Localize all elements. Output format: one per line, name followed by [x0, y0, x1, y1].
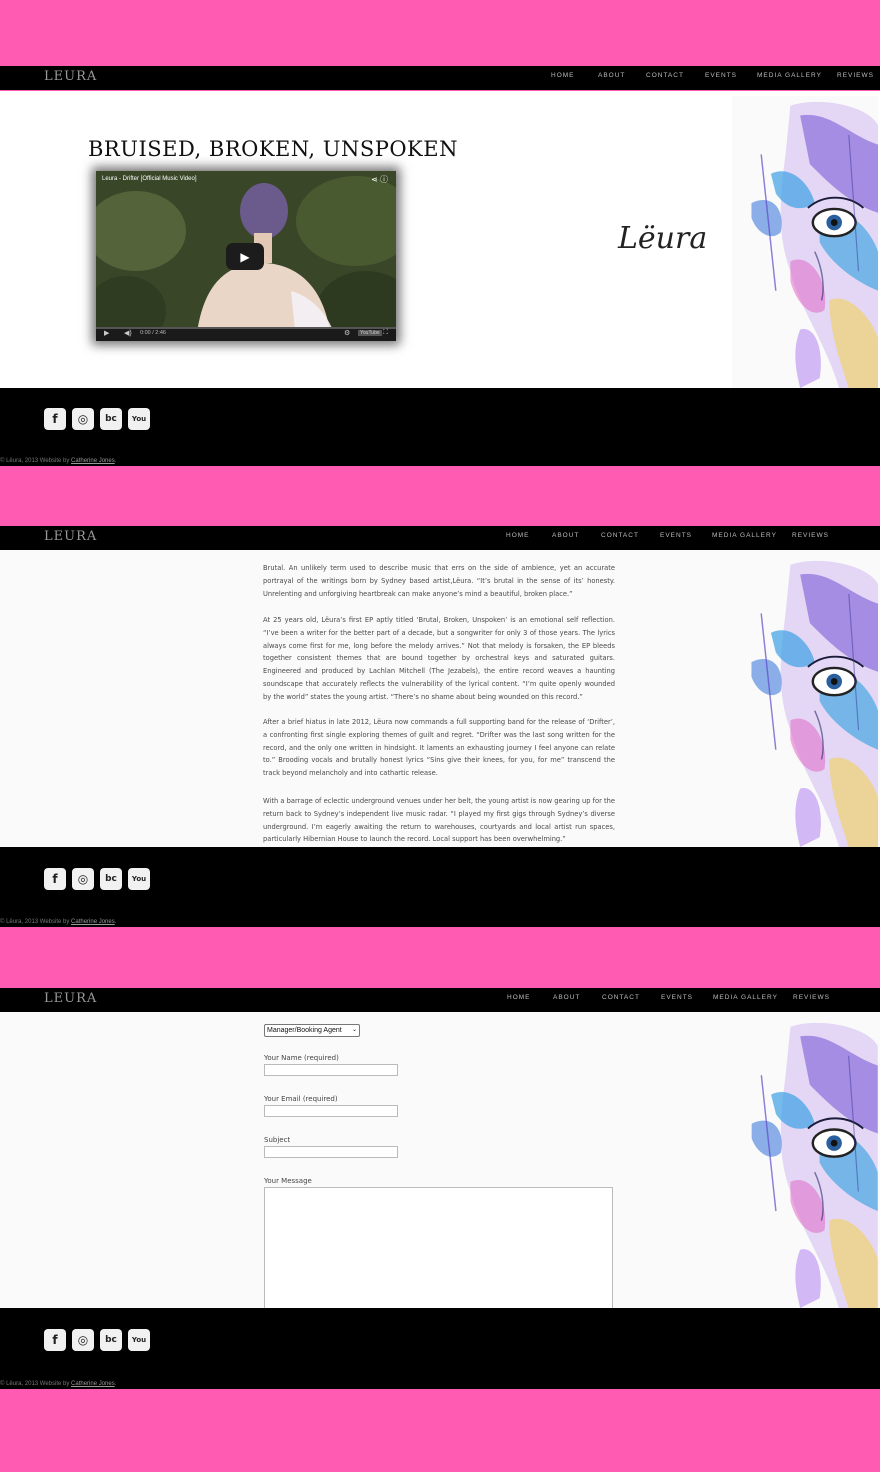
volume-icon[interactable]: ◀)	[124, 329, 132, 337]
top-nav: LEURA HOME ABOUT CONTACT EVENTS MEDIA GA…	[0, 66, 880, 90]
about-paragraph-1: Brutal. An unlikely term used to describ…	[263, 564, 615, 598]
name-label: Your Name (required)	[264, 1054, 339, 1062]
social-links: f ◎ bc You	[44, 1329, 150, 1351]
about-section: Brutal. An unlikely term used to describ…	[0, 550, 880, 847]
about-paragraph-2: At 25 years old, Lëura’s first EP aptly …	[263, 616, 615, 701]
nav-contact[interactable]: CONTACT	[601, 532, 639, 539]
nav-contact[interactable]: CONTACT	[646, 72, 684, 79]
video-controls: ▶ ◀) 0:00 / 2:46 ⚙ YouTube ⛶	[96, 327, 396, 341]
top-nav: LEURA HOME ABOUT CONTACT EVENTS MEDIA GA…	[0, 988, 880, 1012]
painted-face-artwork	[730, 96, 880, 388]
contact-section: Manager/Booking Agent ⌄ Your Name (requi…	[0, 1012, 880, 1308]
play-button[interactable]: ▶	[226, 243, 264, 270]
message-label: Your Message	[264, 1177, 312, 1185]
copyright: © Lëura, 2013 Website by Catherine Jones…	[0, 1381, 117, 1387]
social-links: f ◎ bc You	[44, 408, 150, 430]
painted-face-artwork	[730, 1017, 880, 1308]
recipient-select[interactable]: Manager/Booking Agent ⌄	[264, 1024, 360, 1037]
copyright: © Lëura, 2013 Website by Catherine Jones…	[0, 919, 117, 925]
nav-reviews[interactable]: REVIEWS	[837, 72, 874, 79]
instagram-icon[interactable]: ◎	[72, 1329, 94, 1351]
script-logo: Lëura	[618, 221, 708, 256]
hero-title: BRUISED, BROKEN, UNSPOKEN	[88, 137, 458, 161]
video-time: 0:00 / 2:46	[140, 330, 166, 336]
painted-face-artwork	[730, 555, 880, 847]
nav-media-gallery[interactable]: MEDIA GALLERY	[712, 532, 777, 539]
email-field[interactable]	[264, 1105, 398, 1117]
social-links: f ◎ bc You	[44, 868, 150, 890]
nav-media-gallery[interactable]: MEDIA GALLERY	[757, 72, 822, 79]
play-icon: ▶	[240, 249, 250, 264]
subject-field[interactable]	[264, 1146, 398, 1158]
hero-section: BRUISED, BROKEN, UNSPOKEN Leura - Drifte…	[0, 91, 880, 388]
credit-link[interactable]: Catherine Jones	[71, 458, 115, 464]
footer-1: f ◎ bc You © Lëura, 2013 Website by Cath…	[0, 388, 880, 466]
settings-icon[interactable]: ⚙	[344, 329, 350, 337]
footer-3: f ◎ bc You © Lëura, 2013 Website by Cath…	[0, 1308, 880, 1389]
youtube-icon[interactable]: You	[128, 1329, 150, 1351]
youtube-icon[interactable]: You	[128, 868, 150, 890]
instagram-icon[interactable]: ◎	[72, 408, 94, 430]
nav-reviews[interactable]: REVIEWS	[792, 532, 829, 539]
nav-about[interactable]: ABOUT	[598, 72, 625, 79]
brand-logo[interactable]: LEURA	[44, 991, 97, 1006]
facebook-icon[interactable]: f	[44, 868, 66, 890]
brand-logo[interactable]: LEURA	[44, 69, 97, 84]
chevron-down-icon: ⌄	[351, 1027, 357, 1033]
youtube-icon[interactable]: You	[128, 408, 150, 430]
footer-2: f ◎ bc You © Lëura, 2013 Website by Cath…	[0, 847, 880, 927]
nav-about[interactable]: ABOUT	[553, 994, 580, 1001]
email-label: Your Email (required)	[264, 1095, 338, 1103]
video-title[interactable]: Leura - Drifter [Official Music Video]	[102, 176, 196, 182]
name-field[interactable]	[264, 1064, 398, 1076]
subject-label: Subject	[264, 1136, 291, 1144]
message-field[interactable]	[264, 1187, 613, 1308]
youtube-logo[interactable]: YouTube	[358, 330, 382, 336]
nav-events[interactable]: EVENTS	[705, 72, 737, 79]
nav-about[interactable]: ABOUT	[552, 532, 579, 539]
credit-link[interactable]: Catherine Jones	[71, 919, 115, 925]
nav-events[interactable]: EVENTS	[660, 532, 692, 539]
top-nav: LEURA HOME ABOUT CONTACT EVENTS MEDIA GA…	[0, 526, 880, 550]
nav-reviews[interactable]: REVIEWS	[793, 994, 830, 1001]
video-player[interactable]: Leura - Drifter [Official Music Video] ⋖…	[96, 171, 396, 341]
facebook-icon[interactable]: f	[44, 408, 66, 430]
play-control-icon[interactable]: ▶	[104, 329, 109, 337]
progress-bar[interactable]	[96, 327, 396, 329]
nav-media-gallery[interactable]: MEDIA GALLERY	[713, 994, 778, 1001]
nav-home[interactable]: HOME	[551, 72, 575, 79]
instagram-icon[interactable]: ◎	[72, 868, 94, 890]
facebook-icon[interactable]: f	[44, 1329, 66, 1351]
about-paragraph-3: After a brief hiatus in late 2012, Lëura…	[263, 718, 615, 778]
nav-contact[interactable]: CONTACT	[602, 994, 640, 1001]
nav-events[interactable]: EVENTS	[661, 994, 693, 1001]
nav-home[interactable]: HOME	[506, 532, 530, 539]
credit-link[interactable]: Catherine Jones	[71, 1381, 115, 1387]
fullscreen-icon[interactable]: ⛶	[383, 329, 388, 337]
bandcamp-icon[interactable]: bc	[100, 868, 122, 890]
brand-logo[interactable]: LEURA	[44, 529, 97, 544]
bandcamp-icon[interactable]: bc	[100, 408, 122, 430]
copyright: © Lëura, 2013 Website by Catherine Jones…	[0, 458, 117, 464]
bandcamp-icon[interactable]: bc	[100, 1329, 122, 1351]
nav-home[interactable]: HOME	[507, 994, 531, 1001]
about-paragraph-4: With a barrage of eclectic underground v…	[263, 797, 615, 844]
share-icon[interactable]: ⋖ ⓘ	[371, 174, 388, 185]
